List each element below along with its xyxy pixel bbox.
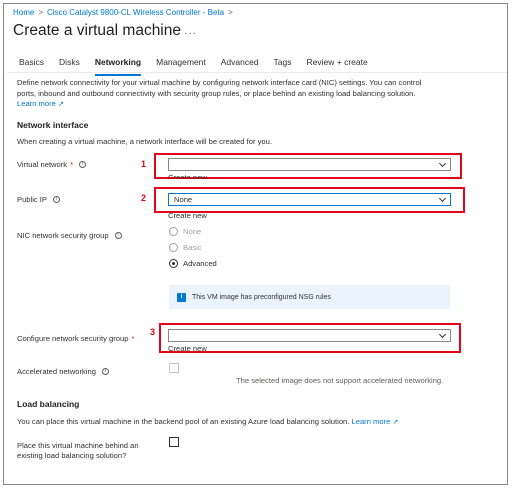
configure-nsg-select[interactable]	[168, 329, 451, 342]
tab-advanced[interactable]: Advanced	[215, 54, 265, 70]
radio-button[interactable]	[169, 243, 178, 252]
tab-management[interactable]: Management	[150, 54, 212, 70]
load-balancer-label-line: existing load balancing solution?	[17, 451, 127, 460]
radio-label: Advanced	[183, 259, 217, 268]
tab-review-create[interactable]: Review + create	[301, 54, 374, 70]
virtual-network-label-text: Virtual network	[17, 160, 68, 169]
required-marker: *	[131, 334, 135, 343]
load-balancing-heading: Load balancing	[17, 399, 80, 409]
load-balancer-label-line: Place this virtual machine behind an	[17, 441, 139, 450]
accelerated-networking-label-text: Accelerated networking	[17, 367, 96, 376]
external-link-icon: ↗	[392, 419, 399, 426]
load-balancing-description: You can place this virtual machine in th…	[17, 417, 398, 426]
chevron-down-icon	[438, 159, 447, 168]
nsg-label: NIC network security group i	[17, 231, 122, 240]
public-ip-select[interactable]: None	[168, 193, 451, 206]
load-balancing-description-text: You can place this virtual machine in th…	[17, 417, 350, 426]
nsg-label-text: NIC network security group	[17, 231, 109, 240]
public-ip-label: Public IP i	[17, 195, 60, 204]
breadcrumb-home[interactable]: Home	[13, 8, 34, 17]
annotation-number-3: 3	[150, 327, 156, 337]
more-options-icon[interactable]: ···	[184, 28, 197, 39]
radio-button-selected[interactable]	[169, 259, 178, 268]
info-icon[interactable]: i	[101, 368, 109, 375]
tab-tags[interactable]: Tags	[268, 54, 298, 70]
load-balancer-label: Place this virtual machine behind an exi…	[17, 441, 139, 461]
networking-description: Define network connectivity for your vir…	[17, 78, 437, 111]
info-banner: i This VM image has preconfigured NSG ru…	[169, 285, 450, 309]
info-icon[interactable]: i	[79, 161, 87, 168]
configure-nsg-create-new[interactable]: Create new	[168, 344, 207, 353]
chevron-down-icon	[438, 330, 447, 339]
virtual-network-select[interactable]	[168, 158, 451, 171]
description-line: Define network connectivity for your vir…	[17, 78, 422, 87]
external-link-icon: ↗	[57, 101, 64, 108]
page-title: Create a virtual machine	[13, 22, 181, 39]
accelerated-networking-checkbox[interactable]	[169, 363, 179, 373]
annotation-number-1: 1	[141, 159, 147, 169]
radio-button[interactable]	[169, 227, 178, 236]
breadcrumb-product[interactable]: Cisco Catalyst 9800-CL Wireless Controll…	[47, 8, 224, 17]
nsg-option-none[interactable]: None	[169, 227, 201, 236]
info-icon[interactable]: i	[52, 196, 60, 203]
virtual-network-create-new[interactable]: Create new	[168, 173, 207, 179]
network-interface-heading: Network interface	[17, 120, 89, 130]
nsg-option-basic[interactable]: Basic	[169, 243, 202, 252]
breadcrumb-separator: >	[38, 8, 44, 17]
public-ip-value: None	[174, 195, 193, 204]
load-balancer-checkbox[interactable]	[169, 437, 179, 447]
configure-nsg-label: Configure network security group *	[17, 334, 134, 343]
accelerated-networking-label: Accelerated networking i	[17, 367, 109, 376]
required-marker: *	[70, 160, 74, 169]
network-interface-subtitle: When creating a virtual machine, a netwo…	[17, 137, 272, 146]
breadcrumb: Home > Cisco Catalyst 9800-CL Wireless C…	[13, 8, 233, 17]
configure-nsg-label-text: Configure network security group	[17, 334, 129, 343]
nsg-option-advanced[interactable]: Advanced	[169, 259, 217, 268]
radio-label: None	[183, 227, 202, 236]
info-icon: i	[177, 292, 186, 302]
public-ip-label-text: Public IP	[17, 195, 47, 204]
tab-networking[interactable]: Networking	[89, 54, 147, 76]
tab-divider	[7, 72, 507, 73]
info-banner-text: This VM image has preconfigured NSG rule…	[192, 293, 331, 301]
description-line: ports, inbound and outbound connectivity…	[17, 88, 416, 98]
learn-more-link[interactable]: Learn more	[17, 99, 56, 108]
chevron-down-icon	[438, 194, 447, 203]
window-frame: Home > Cisco Catalyst 9800-CL Wireless C…	[3, 3, 508, 485]
tab-disks[interactable]: Disks	[53, 54, 86, 70]
radio-label: Basic	[183, 243, 202, 252]
info-icon[interactable]: i	[114, 232, 122, 239]
accelerated-networking-note: The selected image does not support acce…	[236, 376, 444, 385]
breadcrumb-separator: >	[228, 8, 233, 17]
tab-basics[interactable]: Basics	[13, 54, 50, 70]
virtual-network-label: Virtual network * i	[17, 160, 87, 169]
learn-more-link[interactable]: Learn more	[352, 417, 391, 426]
tab-bar: Basics Disks Networking Management Advan…	[13, 54, 377, 76]
public-ip-create-new[interactable]: Create new	[168, 213, 207, 218]
annotation-number-2: 2	[141, 193, 147, 203]
